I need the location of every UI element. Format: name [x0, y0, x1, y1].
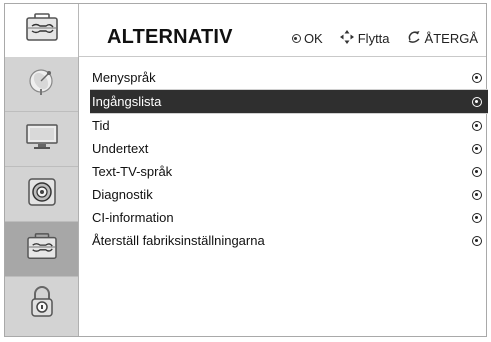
- list-item-label: Tid: [92, 118, 110, 133]
- radio-icon: [472, 235, 482, 246]
- hint-move-label: Flytta: [357, 31, 390, 46]
- list-item-ci-information[interactable]: CI-information: [90, 206, 488, 229]
- sidebar-item-options[interactable]: [5, 222, 78, 277]
- back-arrow-icon: [406, 30, 422, 47]
- hint-ok-label: OK: [303, 31, 323, 46]
- sidebar-item-picture[interactable]: [5, 112, 78, 167]
- radio-icon: [472, 96, 482, 107]
- padlock-icon: [29, 286, 55, 323]
- radio-icon: [472, 189, 482, 200]
- list-item-label: Undertext: [92, 141, 149, 156]
- category-header-icon-cell: [5, 4, 79, 57]
- radio-icon: [472, 143, 482, 154]
- radio-icon: [472, 120, 482, 131]
- toolbox-icon: [26, 232, 58, 266]
- list-item-input-list[interactable]: Ingångslista: [90, 89, 488, 114]
- list-item-label: Menyspråk: [92, 70, 156, 85]
- radio-icon: [472, 72, 482, 83]
- list-item-label: CI-information: [92, 210, 174, 225]
- list-item-diagnostics[interactable]: Diagnostik: [90, 183, 488, 206]
- hint-back-label: ÅTERGÅ: [424, 31, 478, 46]
- sidebar-item-channels[interactable]: [5, 57, 78, 112]
- options-list: Menyspråk Ingångslista Tid Undertext Tex…: [90, 66, 488, 252]
- list-item-label: Diagnostik: [92, 187, 153, 202]
- list-item-label: Text-TV-språk: [92, 164, 173, 179]
- radio-icon: [472, 212, 482, 223]
- speaker-icon: [27, 177, 57, 212]
- satellite-dish-icon: [27, 67, 57, 102]
- options-menu-window: ALTERNATIV OK Flytta ÅTERGÅ Menyspråk In…: [4, 3, 488, 337]
- radio-icon: [472, 166, 482, 177]
- hint-back: ÅTERGÅ: [406, 30, 478, 47]
- sidebar-item-lock[interactable]: [5, 277, 78, 332]
- list-item-menu-language[interactable]: Menyspråk: [90, 66, 488, 89]
- hint-move: Flytta: [339, 29, 390, 48]
- list-item-subtitle[interactable]: Undertext: [90, 137, 488, 160]
- toolbox-icon: [25, 13, 59, 48]
- category-sidebar: [5, 57, 79, 336]
- list-item-label: Ingångslista: [92, 94, 162, 109]
- list-item-factory-reset[interactable]: Återställ fabriksinställningarna: [90, 229, 488, 252]
- directional-arrows-icon: [339, 29, 355, 48]
- list-item-label: Återställ fabriksinställningarna: [92, 233, 265, 248]
- list-item-teletext-language[interactable]: Text-TV-språk: [90, 160, 488, 183]
- navigation-hints: OK Flytta ÅTERGÅ: [291, 29, 478, 48]
- ok-button-icon: [291, 34, 301, 43]
- hint-ok: OK: [291, 31, 323, 46]
- page-title: ALTERNATIV: [107, 26, 233, 48]
- sidebar-item-sound[interactable]: [5, 167, 78, 222]
- list-item-time[interactable]: Tid: [90, 114, 488, 137]
- tv-monitor-icon: [25, 123, 59, 156]
- menu-header: ALTERNATIV OK Flytta ÅTERGÅ: [79, 4, 486, 57]
